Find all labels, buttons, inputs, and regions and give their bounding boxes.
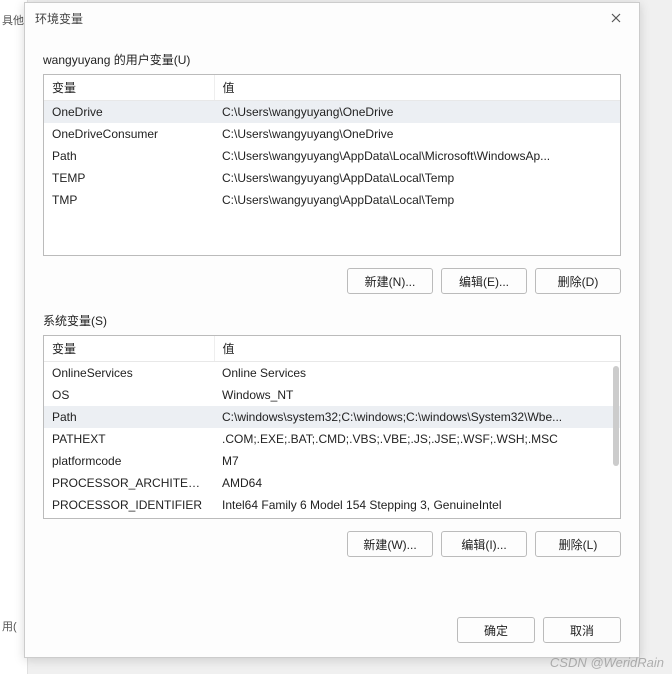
close-icon: [611, 13, 621, 23]
user-vars-table[interactable]: 变量 值 OneDriveC:\Users\wangyuyang\OneDriv…: [43, 74, 621, 256]
var-value-cell: .COM;.EXE;.BAT;.CMD;.VBS;.VBE;.JS;.JSE;.…: [214, 428, 620, 450]
var-value-cell: C:\Users\wangyuyang\OneDrive: [214, 123, 620, 145]
user-edit-button[interactable]: 编辑(E)...: [441, 268, 527, 294]
var-name-cell: platformcode: [44, 450, 214, 472]
user-vars-label: wangyuyang 的用户变量(U): [43, 51, 621, 68]
table-row[interactable]: OneDriveConsumerC:\Users\wangyuyang\OneD…: [44, 123, 620, 145]
var-value-cell: Intel64 Family 6 Model 154 Stepping 3, G…: [214, 494, 620, 516]
table-row[interactable]: PATHEXT.COM;.EXE;.BAT;.CMD;.VBS;.VBE;.JS…: [44, 428, 620, 450]
cancel-button[interactable]: 取消: [543, 617, 621, 643]
system-buttons: 新建(W)... 编辑(I)... 删除(L): [43, 531, 621, 557]
system-edit-button[interactable]: 编辑(I)...: [441, 531, 527, 557]
user-col-name[interactable]: 变量: [44, 75, 214, 101]
dialog-title: 环境变量: [35, 10, 83, 27]
table-row[interactable]: PROCESSOR_IDENTIFIERIntel64 Family 6 Mod…: [44, 494, 620, 516]
table-row[interactable]: platformcodeM7: [44, 450, 620, 472]
ok-button[interactable]: 确定: [457, 617, 535, 643]
sys-col-value[interactable]: 值: [214, 336, 620, 362]
system-vars-label: 系统变量(S): [43, 312, 621, 329]
table-row[interactable]: PROCESSOR_ARCHITECT...AMD64: [44, 472, 620, 494]
var-name-cell: Path: [44, 406, 214, 428]
var-value-cell: C:\windows\system32;C:\windows;C:\window…: [214, 406, 620, 428]
var-name-cell: PROCESSOR_IDENTIFIER: [44, 494, 214, 516]
var-value-cell: C:\Users\wangyuyang\AppData\Local\Micros…: [214, 145, 620, 167]
table-row[interactable]: OneDriveC:\Users\wangyuyang\OneDrive: [44, 101, 620, 123]
var-name-cell: OnlineServices: [44, 362, 214, 384]
var-name-cell: OneDriveConsumer: [44, 123, 214, 145]
sys-col-name[interactable]: 变量: [44, 336, 214, 362]
close-button[interactable]: [601, 6, 631, 30]
var-value-cell: Windows_NT: [214, 384, 620, 406]
var-name-cell: PATHEXT: [44, 428, 214, 450]
environment-variables-dialog: 环境变量 wangyuyang 的用户变量(U) 变量 值 OneDriveC:…: [24, 2, 640, 658]
dialog-footer: 确定 取消: [25, 607, 639, 657]
user-delete-button[interactable]: 删除(D): [535, 268, 621, 294]
var-name-cell: TEMP: [44, 167, 214, 189]
var-value-cell: AMD64: [214, 472, 620, 494]
table-row[interactable]: TMPC:\Users\wangyuyang\AppData\Local\Tem…: [44, 189, 620, 211]
user-new-button[interactable]: 新建(N)...: [347, 268, 433, 294]
table-row[interactable]: TEMPC:\Users\wangyuyang\AppData\Local\Te…: [44, 167, 620, 189]
var-name-cell: PROCESSOR_ARCHITECT...: [44, 472, 214, 494]
var-value-cell: C:\Users\wangyuyang\AppData\Local\Temp: [214, 189, 620, 211]
table-row[interactable]: OSWindows_NT: [44, 384, 620, 406]
system-new-button[interactable]: 新建(W)...: [347, 531, 433, 557]
user-col-value[interactable]: 值: [214, 75, 620, 101]
system-delete-button[interactable]: 删除(L): [535, 531, 621, 557]
bg-top-text: 具他: [2, 15, 24, 27]
table-row[interactable]: PathC:\windows\system32;C:\windows;C:\wi…: [44, 406, 620, 428]
dialog-content: wangyuyang 的用户变量(U) 变量 值 OneDriveC:\User…: [25, 33, 639, 607]
var-name-cell: TMP: [44, 189, 214, 211]
var-name-cell: Path: [44, 145, 214, 167]
user-buttons: 新建(N)... 编辑(E)... 删除(D): [43, 268, 621, 294]
var-value-cell: Online Services: [214, 362, 620, 384]
system-vars-table[interactable]: 变量 值 OnlineServicesOnline ServicesOSWind…: [43, 335, 621, 519]
system-scrollbar[interactable]: [613, 366, 619, 466]
titlebar: 环境变量: [25, 3, 639, 33]
table-row[interactable]: PathC:\Users\wangyuyang\AppData\Local\Mi…: [44, 145, 620, 167]
var-name-cell: OS: [44, 384, 214, 406]
bg-bottom-text: 用(: [2, 618, 17, 634]
var-name-cell: OneDrive: [44, 101, 214, 123]
var-value-cell: C:\Users\wangyuyang\OneDrive: [214, 101, 620, 123]
table-row[interactable]: OnlineServicesOnline Services: [44, 362, 620, 384]
var-value-cell: M7: [214, 450, 620, 472]
var-value-cell: C:\Users\wangyuyang\AppData\Local\Temp: [214, 167, 620, 189]
